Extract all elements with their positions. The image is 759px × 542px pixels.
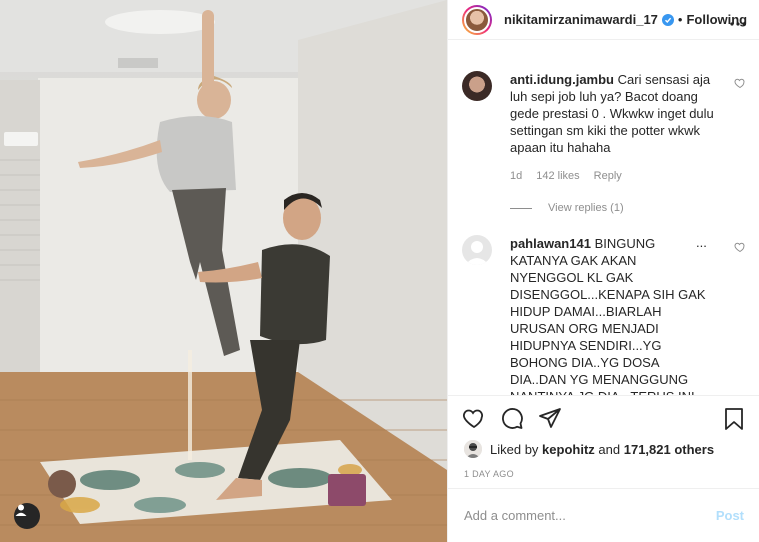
comment-likes[interactable]: 142 likes	[536, 170, 579, 182]
reply-button[interactable]: Reply	[594, 170, 622, 182]
like-comment-heart-icon[interactable]	[734, 241, 746, 253]
comment-body: anti.idung.jambu Cari sensasi aja luh se…	[510, 71, 722, 156]
comment-age: 1d	[510, 170, 523, 182]
comments-list[interactable]: anti.idung.jambu Cari sensasi aja luh se…	[448, 41, 759, 395]
comment-input[interactable]: Add a comment...	[464, 508, 716, 523]
liker-username[interactable]: kepohitz	[542, 442, 595, 457]
comment-text: BINGUNG KATANYA GAK AKAN NYENGGOL KL GAK…	[510, 236, 706, 395]
liker-avatar[interactable]	[464, 440, 482, 458]
comment-bubble-icon[interactable]	[500, 406, 524, 430]
commenter-avatar[interactable]	[462, 235, 492, 265]
comment-meta: 1d 142 likes Reply	[510, 170, 622, 182]
tagged-user-icon[interactable]	[14, 503, 40, 529]
comment-composer: Add a comment... Post	[448, 488, 759, 542]
likes-summary[interactable]: Liked by kepohitz and 171,821 others	[464, 440, 714, 458]
separator-dot: •	[677, 12, 683, 27]
post-comment-button[interactable]: Post	[716, 508, 744, 523]
like-comment-heart-icon[interactable]	[734, 77, 746, 89]
commenter-avatar[interactable]	[462, 71, 492, 101]
verified-badge-icon	[661, 13, 674, 26]
yoga-photo-illustration	[0, 0, 447, 542]
action-icons	[462, 406, 562, 430]
post-date[interactable]: 1 DAY AGO	[464, 469, 514, 479]
likes-conjunction: and	[598, 441, 621, 457]
comment-body: pahlawan141 BINGUNG KATANYA GAK AKAN NYE…	[510, 235, 706, 395]
likes-prefix: Liked by	[490, 441, 539, 457]
more-options-icon[interactable]	[730, 13, 746, 29]
view-replies-line	[510, 207, 532, 209]
author-avatar-image	[464, 6, 490, 33]
liker-avatar-image	[464, 440, 482, 458]
default-avatar-icon	[465, 241, 489, 265]
post-header: nikitamirzanimawardi_17 • Following	[448, 0, 759, 40]
share-paper-plane-icon[interactable]	[538, 406, 562, 430]
author-avatar[interactable]	[462, 4, 492, 35]
commenter-username[interactable]: pahlawan141	[510, 236, 591, 251]
like-heart-icon[interactable]	[462, 406, 486, 430]
view-replies-button[interactable]: View replies (1)	[510, 202, 624, 214]
author-username[interactable]: nikitamirzanimawardi_17	[504, 12, 658, 27]
save-bookmark-icon[interactable]	[724, 407, 744, 431]
view-replies-label: View replies (1)	[548, 202, 624, 214]
post-details-panel: nikitamirzanimawardi_17 • Following anti…	[447, 0, 759, 542]
likes-count[interactable]: 171,821 others	[624, 442, 714, 457]
comment-overflow-ellipsis: ...	[694, 235, 707, 250]
user-silhouette-icon	[15, 504, 27, 516]
post-photo[interactable]	[0, 0, 447, 542]
commenter-username[interactable]: anti.idung.jambu	[510, 72, 614, 87]
